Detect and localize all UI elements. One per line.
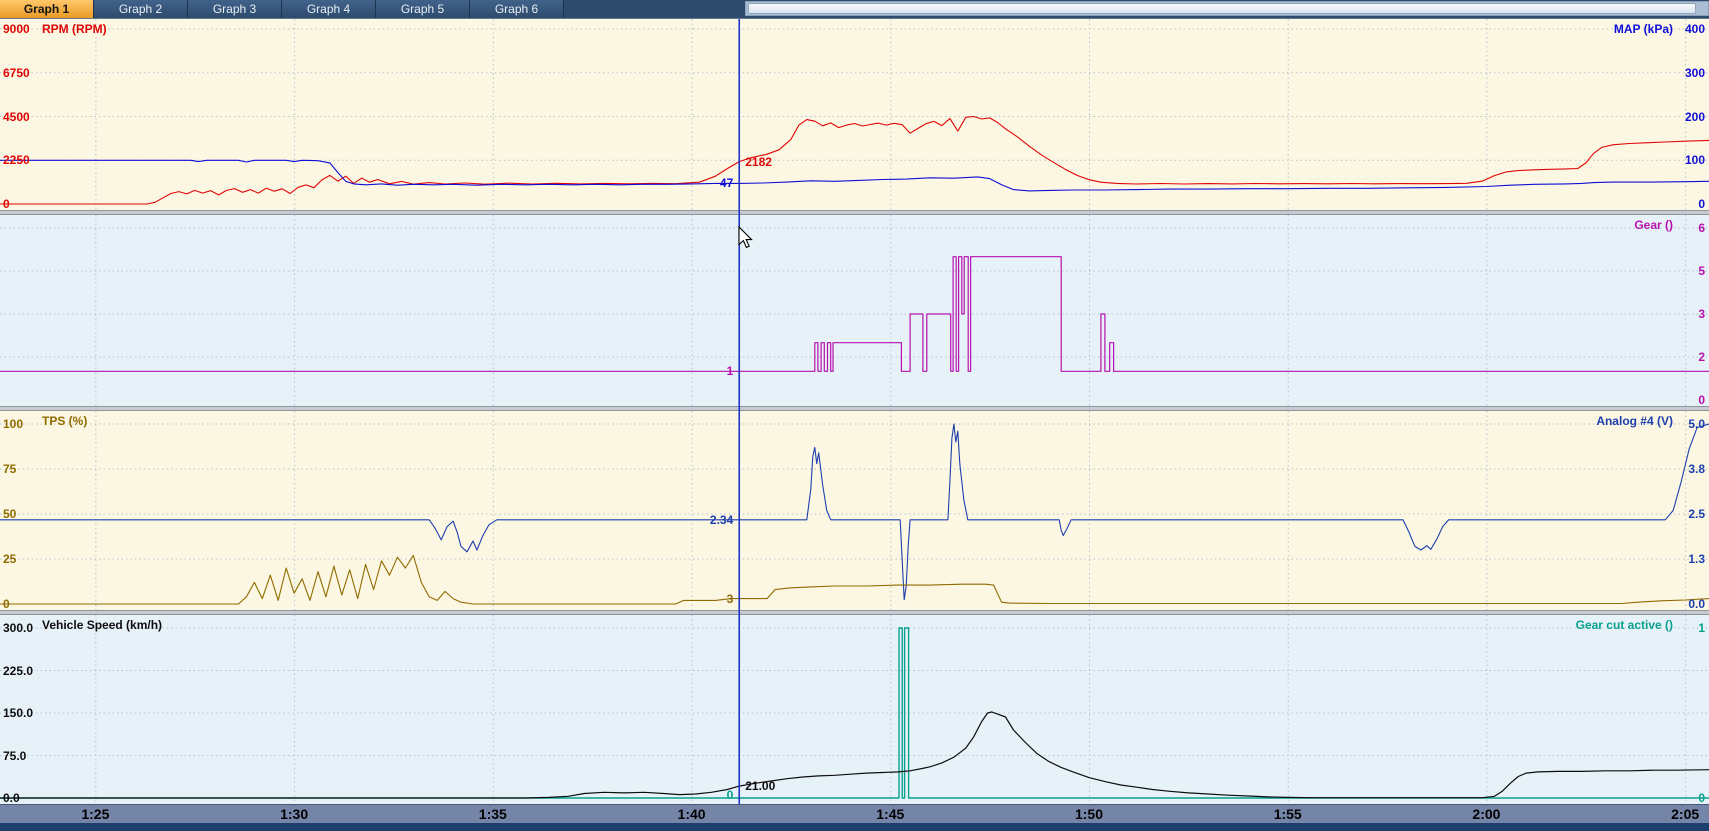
tab-graph-6[interactable]: Graph 6 [470,0,564,18]
tab-graph-3[interactable]: Graph 3 [188,0,282,18]
time-label-2-05: 2:05 [1671,806,1700,822]
graphs-canvas[interactable] [0,0,1709,831]
tab-graph-4[interactable]: Graph 4 [282,0,376,18]
time-label-1-25: 1:25 [81,806,110,822]
mouse-cursor-icon [738,226,753,249]
time-label-1-55: 1:55 [1273,806,1302,822]
log-viewer-window: Graph 1 Graph 2 Graph 3 Graph 4 Graph 5 Graph… [0,0,1709,831]
bottom-window-strip [0,823,1709,831]
time-label-1-50: 1:50 [1074,806,1103,822]
tab-graph-5[interactable]: Graph 5 [376,0,470,18]
top-scrollbar-thumb[interactable] [748,3,1696,14]
time-label-1-35: 1:35 [478,806,507,822]
tab-graph-1[interactable]: Graph 1 [0,0,94,18]
top-scrollbar-track[interactable] [745,1,1709,16]
rpm-map-panel-bg [0,19,1709,210]
time-label-1-40: 1:40 [677,806,706,822]
time-label-1-30: 1:30 [280,806,309,822]
time-label-2-00: 2:00 [1472,806,1501,822]
time-label-1-45: 1:45 [876,806,905,822]
tps-analog4-panel-bg [0,411,1709,610]
tab-graph-2[interactable]: Graph 2 [94,0,188,18]
speed-gearcut-panel-bg [0,615,1709,804]
gear-panel-bg [0,215,1709,406]
time-axis-bar: 1:25 1:30 1:35 1:40 1:45 1:50 1:55 2:00 2:05 [0,804,1709,823]
